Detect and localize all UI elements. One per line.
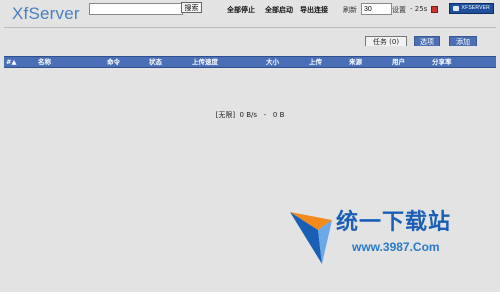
app-logo: XfServer bbox=[12, 4, 80, 23]
watermark-text: 统一下载站 bbox=[336, 210, 452, 235]
tab-options[interactable]: 选项 bbox=[414, 36, 440, 46]
total-transferred-value: 0 B bbox=[272, 111, 285, 119]
refresh-interval-input[interactable] bbox=[361, 3, 392, 15]
speed-limit-value: [无限] bbox=[215, 111, 236, 119]
export-links-link[interactable]: 导出连接 bbox=[300, 5, 328, 15]
search-input[interactable] bbox=[89, 3, 183, 15]
column-share-ratio-header[interactable]: 分享率 bbox=[432, 58, 452, 66]
tab-tasks[interactable]: 任务 (0) bbox=[365, 36, 407, 46]
column-uploaded-header[interactable]: 上传 bbox=[309, 58, 322, 66]
start-all-link[interactable]: 全部启动 bbox=[265, 5, 293, 15]
column-index-header[interactable]: #▲ bbox=[6, 58, 16, 66]
column-user-header[interactable]: 用户 bbox=[392, 58, 405, 66]
watermark-logo-icon bbox=[290, 212, 332, 264]
stop-all-link[interactable]: 全部停止 bbox=[227, 5, 255, 15]
brand-badge-icon bbox=[453, 6, 459, 11]
settings-link[interactable]: 设置 bbox=[392, 5, 406, 15]
column-name-header[interactable]: 名称 bbox=[38, 58, 51, 66]
column-command-header[interactable]: 命令 bbox=[107, 58, 120, 66]
brand-badge[interactable]: XFSERVER bbox=[449, 3, 494, 14]
search-button[interactable]: 搜索 bbox=[181, 2, 202, 13]
task-table-header: #▲ 名称 命令 状态 上传速度 大小 上传 来源 用户 分享率 bbox=[4, 56, 496, 68]
refresh-countdown: - 25s bbox=[410, 5, 428, 13]
column-size-header[interactable]: 大小 bbox=[266, 58, 279, 66]
column-status-header[interactable]: 状态 bbox=[149, 58, 162, 66]
top-divider bbox=[4, 27, 496, 28]
tab-add[interactable]: 添加 bbox=[449, 36, 477, 46]
pause-refresh-icon[interactable] bbox=[431, 6, 438, 13]
transfer-status: [无限] 0 B/s - 0 B bbox=[0, 110, 500, 120]
watermark-url: www.3987.Com bbox=[352, 240, 440, 254]
refresh-label: 刷新 bbox=[343, 6, 357, 14]
status-separator: - bbox=[263, 111, 267, 119]
column-upload-speed-header[interactable]: 上传速度 bbox=[192, 58, 218, 66]
watermark: 统一下载站 www.3987.Com bbox=[288, 204, 468, 276]
brand-badge-text: XFSERVER bbox=[461, 5, 490, 11]
total-speed-value: 0 B/s bbox=[239, 111, 258, 119]
column-source-header[interactable]: 来源 bbox=[349, 58, 362, 66]
